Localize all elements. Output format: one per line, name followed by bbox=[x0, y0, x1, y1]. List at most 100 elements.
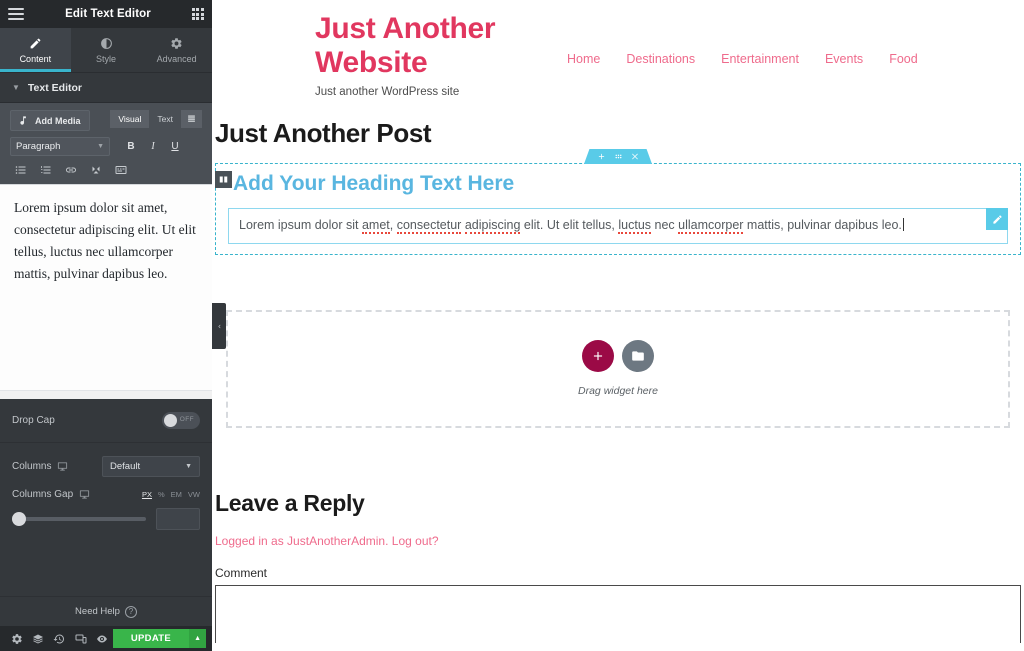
layers-icon[interactable] bbox=[27, 626, 48, 651]
question-mark-icon: ? bbox=[124, 605, 137, 618]
editor-resize-handle[interactable] bbox=[0, 390, 212, 399]
panel-footer-bar: UPDATE ▲ bbox=[0, 626, 212, 651]
history-icon[interactable] bbox=[49, 626, 70, 651]
tab-content-label: Content bbox=[19, 53, 52, 64]
comment-label: Comment bbox=[215, 565, 268, 580]
tab-text[interactable]: Text bbox=[149, 110, 181, 128]
columns-gap-slider[interactable] bbox=[12, 512, 146, 526]
edit-widget-button[interactable] bbox=[986, 208, 1008, 230]
paragraph-format-select[interactable]: Paragraph ▼ bbox=[10, 137, 110, 156]
logged-in-text: Logged in as JustAnotherAdmin. bbox=[215, 533, 389, 548]
unit-switcher: PX % EM VW bbox=[142, 490, 200, 499]
text-editor-widget-content: Lorem ipsum dolor sit amet, consectetur … bbox=[239, 217, 904, 235]
drop-cap-toggle[interactable]: OFF bbox=[162, 412, 200, 429]
add-media-button[interactable]: Add Media bbox=[10, 110, 90, 131]
columns-label: Columns bbox=[12, 461, 52, 472]
slider-knob[interactable] bbox=[12, 512, 26, 526]
columns-select[interactable]: Default ▼ bbox=[102, 456, 200, 477]
need-help-button[interactable]: Need Help ? bbox=[0, 596, 212, 626]
underline-button[interactable]: U bbox=[164, 137, 186, 156]
comment-textarea[interactable] bbox=[215, 584, 1021, 643]
fullscreen-icon[interactable] bbox=[85, 161, 107, 179]
editor-expand-button[interactable] bbox=[181, 110, 202, 128]
wp-toolbar-row-2 bbox=[10, 161, 202, 184]
grid-icon[interactable] bbox=[191, 8, 204, 20]
panel-header: Edit Text Editor bbox=[0, 0, 212, 28]
update-options-button[interactable]: ▲ bbox=[189, 629, 207, 648]
chevron-down-icon: ▼ bbox=[97, 143, 104, 150]
site-branding: Just Another Website Just another WordPr… bbox=[212, 12, 512, 98]
tab-advanced[interactable]: Advanced bbox=[141, 28, 212, 72]
kitchen-sink-icon[interactable] bbox=[110, 161, 132, 179]
wp-editor-content-area[interactable]: Lorem ipsum dolor sit amet, consectetur … bbox=[0, 184, 212, 399]
site-title[interactable]: Just Another Website bbox=[315, 12, 512, 80]
dropzone-label: Drag widget here bbox=[578, 385, 658, 397]
unordered-list-icon[interactable] bbox=[10, 161, 32, 179]
logout-link[interactable]: Log out? bbox=[392, 534, 439, 548]
text-part-before: Lorem ipsum dolor sit bbox=[239, 218, 362, 232]
close-icon[interactable] bbox=[631, 152, 640, 161]
text-part-mid-1: , bbox=[389, 218, 397, 232]
unit-percent[interactable]: % bbox=[158, 490, 165, 499]
add-template-button[interactable] bbox=[622, 340, 654, 372]
wp-format-toolbar: Paragraph ▼ B I U bbox=[10, 137, 202, 184]
columns-gap-input[interactable] bbox=[156, 508, 200, 530]
editor-mode-tabs: Visual Text bbox=[110, 110, 202, 128]
widget-dropzone[interactable]: Drag widget here bbox=[226, 309, 1010, 428]
tab-visual[interactable]: Visual bbox=[110, 110, 150, 128]
bold-button[interactable]: B bbox=[120, 137, 142, 156]
update-button[interactable]: UPDATE bbox=[112, 629, 190, 648]
dropzone-buttons bbox=[582, 340, 654, 372]
tab-content[interactable]: Content bbox=[0, 28, 71, 72]
panel-footer: Need Help ? UPDATE ▲ bbox=[0, 596, 212, 651]
gear-icon bbox=[171, 37, 182, 49]
hamburger-icon[interactable] bbox=[8, 8, 24, 20]
misspelled-word-3: adipiscing bbox=[464, 218, 521, 234]
section-header-text-editor[interactable]: ▼ Text Editor bbox=[0, 73, 212, 103]
italic-button[interactable]: I bbox=[142, 137, 164, 156]
nav-item-home[interactable]: Home bbox=[567, 52, 600, 66]
text-part-mid-3: elit. Ut elit tellus, bbox=[520, 218, 619, 232]
link-icon[interactable] bbox=[60, 161, 82, 179]
add-widget-button[interactable] bbox=[582, 340, 614, 372]
drag-dots-icon[interactable] bbox=[614, 152, 623, 161]
heading-widget[interactable]: Add Your Heading Text Here bbox=[228, 172, 1008, 196]
contrast-icon bbox=[100, 37, 112, 49]
wp-editor-text: Lorem ipsum dolor sit amet, consectetur … bbox=[14, 200, 196, 281]
plus-icon[interactable] bbox=[597, 152, 606, 161]
nav-item-entertainment[interactable]: Entertainment bbox=[721, 52, 799, 66]
text-editor-widget[interactable]: Lorem ipsum dolor sit amet, consectetur … bbox=[228, 208, 1008, 244]
columns-gap-slider-row bbox=[0, 508, 212, 544]
misspelled-word-1: amet bbox=[361, 218, 390, 234]
panel-title: Edit Text Editor bbox=[65, 8, 151, 20]
leave-a-reply-title: Leave a Reply bbox=[215, 489, 365, 516]
site-preview: Just Another Website Just another WordPr… bbox=[212, 0, 1024, 651]
chevron-left-icon bbox=[217, 324, 220, 328]
elementor-section-inner: Add Your Heading Text Here Lorem ipsum d… bbox=[215, 163, 1021, 255]
media-icon bbox=[20, 116, 26, 125]
drop-cap-label: Drop Cap bbox=[12, 415, 55, 426]
unit-px[interactable]: PX bbox=[142, 490, 152, 499]
desktop-icon[interactable] bbox=[79, 489, 90, 500]
nav-item-destinations[interactable]: Destinations bbox=[626, 52, 695, 66]
panel-body: Add Media Visual Text Paragraph ▼ B I U … bbox=[0, 103, 212, 596]
unit-vw[interactable]: VW bbox=[188, 490, 200, 499]
desktop-icon[interactable] bbox=[57, 461, 68, 472]
column-handle[interactable] bbox=[215, 171, 232, 188]
panel-collapse-tab[interactable] bbox=[212, 303, 226, 349]
editor-panel-icon bbox=[188, 115, 195, 122]
gear-icon[interactable] bbox=[6, 626, 27, 651]
columns-icon bbox=[219, 176, 228, 183]
text-part-mid-4: nec bbox=[651, 218, 679, 232]
nav-item-events[interactable]: Events bbox=[825, 52, 863, 66]
columns-gap-label-wrap: Columns Gap bbox=[12, 489, 90, 500]
unit-em[interactable]: EM bbox=[171, 490, 182, 499]
toggle-knob bbox=[164, 414, 177, 427]
preview-icon[interactable] bbox=[92, 626, 113, 651]
plus-icon bbox=[593, 351, 603, 361]
nav-item-food[interactable]: Food bbox=[889, 52, 918, 66]
ordered-list-icon[interactable] bbox=[35, 161, 57, 179]
tab-style[interactable]: Style bbox=[71, 28, 142, 72]
responsive-icon[interactable] bbox=[70, 626, 91, 651]
control-columns-gap-header: Columns Gap PX % EM VW bbox=[0, 485, 212, 508]
